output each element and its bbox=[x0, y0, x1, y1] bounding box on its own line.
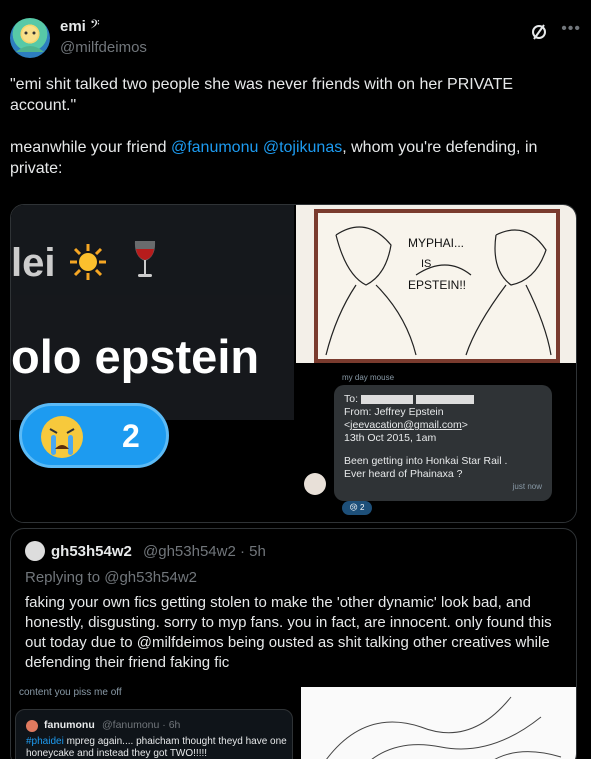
reaction-count: 2 bbox=[122, 418, 140, 454]
more-options-icon[interactable]: ••• bbox=[561, 20, 581, 38]
dm-reaction: 😢 2 bbox=[342, 501, 372, 515]
dm-email: jeevacation@gmail.com bbox=[350, 419, 462, 431]
image-caption: olo epstein bbox=[11, 330, 260, 383]
tweet-paragraph-2: meanwhile your friend @fanumonu @tojikun… bbox=[10, 139, 538, 177]
sketch-text-1: MYPHAI... bbox=[408, 236, 464, 250]
embedded-author-handle: @fanumonu · 6h bbox=[102, 719, 181, 731]
sketch-text-2: IS bbox=[421, 258, 431, 270]
tweet-text: "emi shit talked two people she was neve… bbox=[10, 74, 580, 200]
image-text: lei bbox=[11, 241, 56, 285]
quoted-author-name: gh53h54w2 bbox=[51, 543, 132, 560]
reaction-pill: 2 bbox=[19, 403, 169, 468]
quoted-tweet-text: faking your own fics getting stolen to m… bbox=[25, 594, 552, 671]
dm-date: 13th Oct 2015, 1am bbox=[344, 432, 437, 444]
media-image-1[interactable]: lei olo epstein 2 bbox=[11, 205, 294, 522]
replying-to: Replying to @gh53h54w2 bbox=[25, 569, 198, 586]
author-avatar[interactable] bbox=[10, 18, 50, 58]
tweet-header: emi 𝄢 @milfdeimos ••• bbox=[10, 14, 581, 60]
author-name[interactable]: emi 𝄢 bbox=[60, 18, 100, 35]
mention-link[interactable]: @tojikunas bbox=[263, 139, 342, 156]
bass-clef-icon: 𝄢 bbox=[90, 18, 100, 35]
wine-glass-emoji-icon bbox=[134, 241, 156, 277]
mention-link[interactable]: @fanumonu bbox=[171, 139, 258, 156]
dm-label: my day mouse bbox=[342, 373, 395, 382]
media-image-2[interactable]: MYPHAI... IS EPSTEIN!! bbox=[296, 205, 576, 363]
embedded-text: #phaidei mpreg again.... phaicham though… bbox=[26, 736, 287, 759]
sun-emoji-icon bbox=[70, 244, 106, 280]
quoted-author-handle: @gh53h54w2 · 5h bbox=[143, 543, 266, 560]
quoted-media: content you piss me off fanumonu @fanumo… bbox=[11, 687, 576, 759]
media-grid[interactable]: lei olo epstein 2 MYPHAI... IS EPSTEIN!!… bbox=[10, 204, 577, 523]
grok-icon[interactable] bbox=[529, 22, 549, 42]
quoted-author-avatar bbox=[25, 541, 45, 561]
dm-avatar bbox=[304, 473, 326, 495]
embedded-author-name: fanumonu bbox=[44, 719, 95, 731]
sketch-drawing: MYPHAI... IS EPSTEIN!! bbox=[314, 209, 560, 363]
quoted-tweet[interactable]: gh53h54w2 @gh53h54w2 · 5h Replying to @g… bbox=[10, 528, 577, 759]
media-image-3[interactable]: my day mouse To: From: Jeffrey Epstein <… bbox=[296, 365, 576, 522]
sketch-text-3: EPSTEIN!! bbox=[408, 278, 466, 292]
embedded-tweet-card: fanumonu @fanumonu · 6h #phaidei mpreg a… bbox=[15, 709, 293, 759]
author-handle[interactable]: @milfdeimos bbox=[60, 39, 147, 56]
dm-body-1: Been getting into Honkai Star Rail . bbox=[344, 455, 508, 467]
embedded-avatar bbox=[26, 720, 38, 732]
dm-bubble: To: From: Jeffrey Epstein <jeevacation@g… bbox=[334, 385, 552, 501]
crying-face-icon bbox=[41, 416, 83, 458]
dm-from: From: Jeffrey Epstein bbox=[344, 406, 444, 418]
quoted-media-partial-text: content you piss me off bbox=[19, 687, 122, 698]
dm-time: just now bbox=[512, 482, 542, 491]
quoted-sketch-image bbox=[301, 687, 576, 759]
tweet-paragraph-1: "emi shit talked two people she was neve… bbox=[10, 76, 514, 114]
